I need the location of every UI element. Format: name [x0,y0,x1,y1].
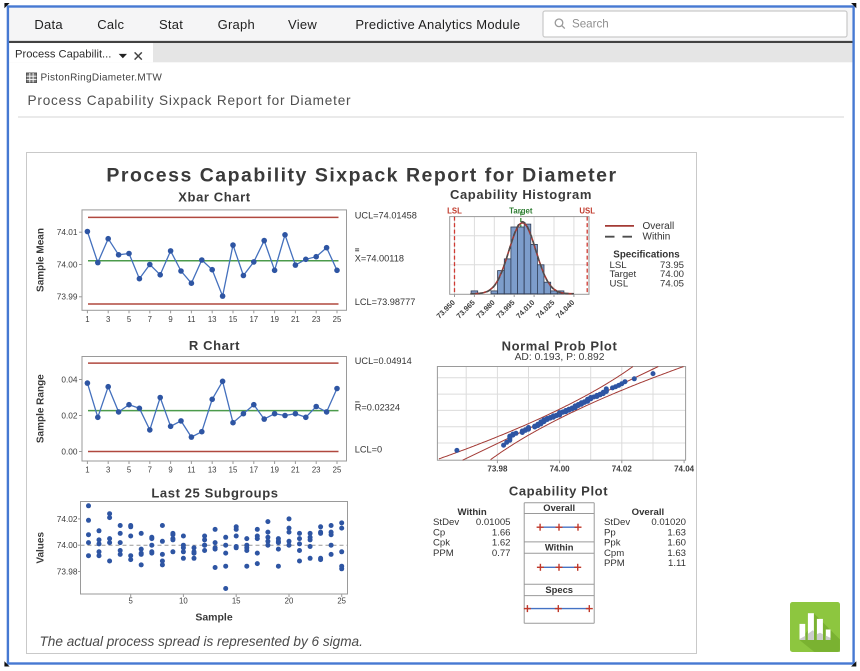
svg-text:74.00: 74.00 [57,540,78,550]
svg-text:0.00: 0.00 [61,446,78,456]
svg-text:19: 19 [270,466,279,475]
svg-text:15: 15 [229,315,238,324]
svg-text:Last 25 Subgroups: Last 25 Subgroups [151,486,278,501]
svg-text:23: 23 [312,315,321,324]
svg-text:LCL=73.98777: LCL=73.98777 [355,297,416,307]
svg-text:74.02: 74.02 [612,465,633,474]
svg-text:17: 17 [249,315,258,324]
svg-text:17: 17 [249,466,258,475]
svg-text:11: 11 [187,315,195,324]
svg-text:UCL=74.01458: UCL=74.01458 [355,210,417,220]
svg-text:73.98: 73.98 [487,465,508,474]
svg-text:74.00: 74.00 [550,465,571,474]
svg-text:7: 7 [148,315,152,324]
svg-text:74.01: 74.01 [57,227,78,237]
svg-text:25: 25 [337,597,346,606]
svg-text:Xbar Chart: Xbar Chart [178,189,251,204]
svg-text:3: 3 [106,315,110,324]
svg-text:View: View [288,17,317,32]
svg-text:25: 25 [333,315,342,324]
svg-text:AD: 0.193, P: 0.892: AD: 0.193, P: 0.892 [515,352,605,363]
svg-text:Calc: Calc [97,17,124,32]
svg-text:7: 7 [148,466,152,475]
svg-text:15: 15 [229,466,238,475]
svg-text:PistonRingDiameter.MTW: PistonRingDiameter.MTW [41,72,163,83]
svg-text:Specs: Specs [545,584,573,595]
svg-text:Overall: Overall [632,507,665,518]
svg-text:Capability Plot: Capability Plot [509,484,608,499]
svg-text:USL: USL [610,279,629,290]
svg-text:13: 13 [208,315,217,324]
svg-text:Sample: Sample [195,612,233,624]
svg-text:0.02: 0.02 [61,410,78,420]
svg-text:74.05: 74.05 [660,279,684,290]
svg-text:Predictive Analytics Module: Predictive Analytics Module [355,17,520,32]
svg-text:The actual process spread is r: The actual process spread is represented… [40,634,363,649]
svg-text:PPM: PPM [433,548,454,559]
svg-text:Capability Histogram: Capability Histogram [450,187,592,202]
svg-text:0.04: 0.04 [61,374,78,384]
svg-text:Process Capability Sixpack Rep: Process Capability Sixpack Report for Di… [106,165,617,187]
svg-text:21: 21 [291,315,300,324]
svg-text:1: 1 [85,315,89,324]
svg-text:15: 15 [232,597,241,606]
svg-text:5: 5 [127,315,132,324]
svg-text:Search: Search [572,18,609,31]
svg-text:Data: Data [34,17,63,32]
svg-text:Within: Within [457,507,486,518]
svg-text:5: 5 [129,597,134,606]
svg-text:Within: Within [545,542,574,553]
svg-text:1.11: 1.11 [668,558,686,569]
svg-text:25: 25 [333,466,342,475]
svg-text:20: 20 [285,597,294,606]
svg-text:Stat: Stat [159,17,183,32]
svg-text:Overall: Overall [543,502,575,513]
svg-text:0.77: 0.77 [492,548,511,559]
svg-text:Overall: Overall [643,221,675,232]
svg-text:74.00: 74.00 [57,259,78,269]
svg-text:11: 11 [187,466,195,475]
svg-text:73.98: 73.98 [57,566,78,576]
svg-text:LCL=0: LCL=0 [355,444,382,454]
svg-text:Process Capabilit...: Process Capabilit... [15,48,111,60]
svg-text:R=0.02324: R=0.02324 [355,403,400,413]
svg-text:R Chart: R Chart [189,338,240,353]
svg-text:10: 10 [179,597,188,606]
svg-text:74.04: 74.04 [674,465,695,474]
svg-text:74.02: 74.02 [57,514,78,524]
svg-text:13: 13 [208,466,217,475]
svg-text:21: 21 [291,466,300,475]
svg-text:19: 19 [270,315,279,324]
svg-text:23: 23 [312,466,321,475]
svg-text:Sample Range: Sample Range [36,374,47,443]
svg-text:9: 9 [168,466,172,475]
svg-text:Process Capability Sixpack Rep: Process Capability Sixpack Report for Di… [28,93,352,108]
svg-text:1: 1 [85,466,89,475]
svg-text:73.99: 73.99 [57,292,78,302]
svg-text:LSL: LSL [447,207,462,216]
svg-text:Within: Within [643,232,671,243]
svg-text:9: 9 [168,315,172,324]
svg-text:Specifications: Specifications [613,250,680,261]
svg-text:Target: Target [509,207,533,216]
svg-text:Values: Values [36,532,47,564]
svg-text:3: 3 [106,466,110,475]
svg-text:Graph: Graph [218,17,255,32]
svg-text:USL: USL [579,207,595,216]
svg-text:PPM: PPM [604,558,625,569]
svg-text:5: 5 [127,466,132,475]
svg-text:X=74.00118: X=74.00118 [355,254,404,264]
svg-text:UCL=0.04914: UCL=0.04914 [355,356,412,366]
svg-text:Sample Mean: Sample Mean [36,228,47,292]
